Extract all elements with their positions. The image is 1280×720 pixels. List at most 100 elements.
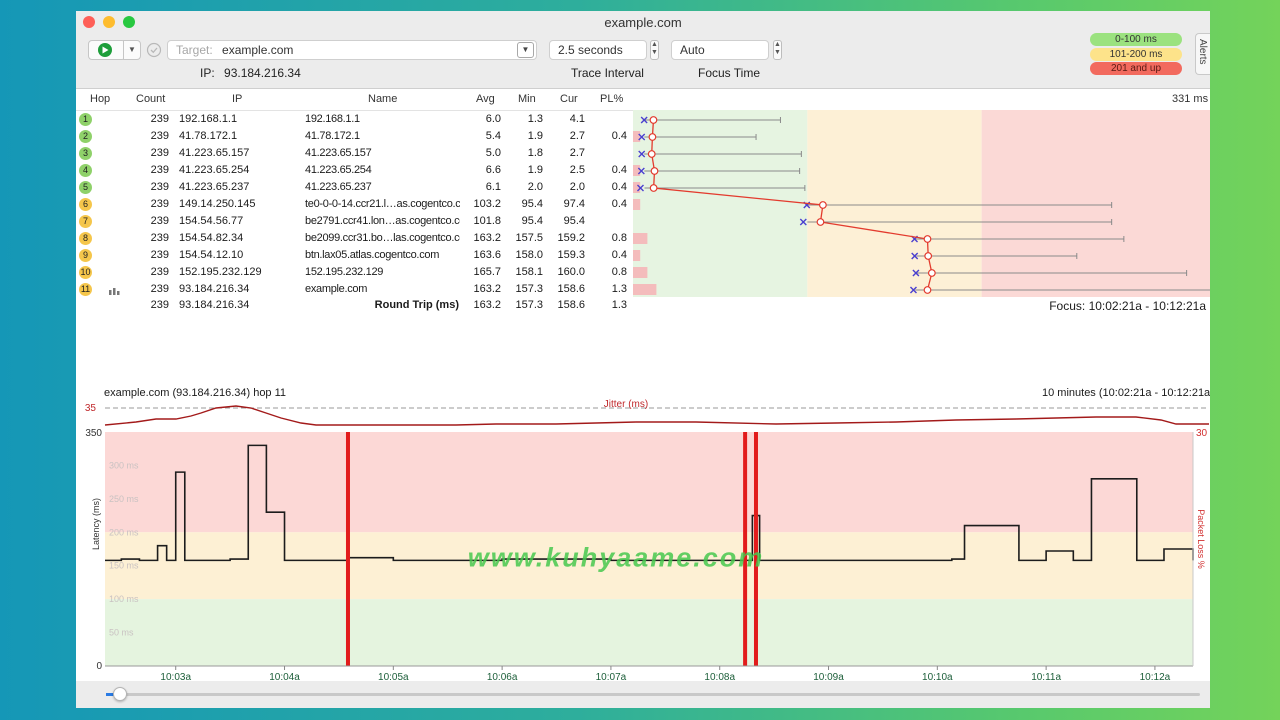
avg-latency-point [818, 201, 827, 209]
hop-badge: 1 [79, 113, 92, 126]
hop-count: 239 [150, 181, 169, 193]
jitter-label: Jitter (ms) [604, 399, 648, 410]
hop-name: be2099.ccr31.bo…las.cogentco.com [305, 232, 460, 244]
focus-time-stepper[interactable]: ▲ ▼ [773, 40, 782, 60]
grid-label: 200 ms [109, 527, 139, 537]
table-row[interactable]: 11 239 93.184.216.34 example.com 163.2 157.3 1… [76, 281, 633, 298]
grid-label: 50 ms [109, 628, 134, 638]
avg-latency-point [816, 218, 825, 226]
hop-count: 239 [150, 198, 169, 210]
avg-latency-point [923, 286, 932, 294]
hop-min: 157.3 [515, 283, 543, 295]
hop-avg: 6.1 [485, 181, 501, 193]
loss-max-label: 30 [1196, 428, 1208, 439]
hop-count: 239 [150, 266, 169, 278]
hop-min: 1.8 [527, 147, 543, 159]
table-row[interactable]: 1 239 192.168.1.1 192.168.1.1 6.0 1.3 4.1 [76, 111, 633, 128]
summary-name: Round Trip (ms) [374, 299, 459, 311]
grid-label: 150 ms [109, 561, 139, 571]
hop-min: 1.9 [527, 130, 543, 142]
avg-latency-point [647, 150, 656, 158]
avg-latency-point [648, 133, 657, 141]
summary-row: 239 93.184.216.34 Round Trip (ms) 163.2 … [76, 297, 1210, 315]
hop-avg: 165.7 [473, 266, 501, 278]
summary-ip: 93.184.216.34 [179, 299, 250, 311]
avg-latency-point [923, 235, 932, 243]
hop-ip: 41.223.65.254 [179, 164, 250, 176]
header-min[interactable]: Min [518, 89, 536, 110]
table-row[interactable]: 8 239 154.54.82.34 be2099.ccr31.bo…las.coge… [76, 230, 633, 247]
trace-options-dropdown[interactable]: ▼ [123, 40, 141, 60]
target-input[interactable]: example.com [222, 43, 293, 57]
focus-time-field[interactable]: Auto [671, 40, 769, 60]
start-trace-button[interactable] [88, 40, 126, 60]
hop-pl: 0.8 [611, 266, 627, 278]
target-history-button[interactable]: ▼ [517, 42, 534, 58]
alerts-tab[interactable]: Alerts [1195, 33, 1210, 75]
table-row[interactable]: 7 239 154.54.56.77 be2791.ccr41.lon…as.coge… [76, 213, 633, 230]
hop-count: 239 [150, 215, 169, 227]
header-ip[interactable]: IP [232, 89, 242, 110]
legend-warn: 101-200 ms [1090, 48, 1182, 61]
grid-label: 300 ms [109, 460, 139, 470]
hop-name: 192.168.1.1 [305, 113, 360, 125]
focus-range-text: Focus: 10:02:21a - 10:12:21a [1049, 299, 1206, 313]
hop-count: 239 [150, 130, 169, 142]
table-row[interactable]: 2 239 41.78.172.1 41.78.172.1 5.4 1.9 2.7 0.4 [76, 128, 633, 145]
table-row[interactable]: 10 239 152.195.232.129 152.195.232.129 165.7… [76, 264, 633, 281]
hop-pl: 0.4 [611, 130, 627, 142]
alerts-label: Alerts [1197, 39, 1208, 65]
scale-label: 331 ms [1172, 93, 1209, 105]
title-bar: example.com [76, 11, 1210, 33]
chevron-down-icon: ▼ [128, 45, 136, 54]
header-hop[interactable]: Hop [90, 89, 110, 110]
scrubber-track[interactable] [108, 693, 1200, 696]
hop-min: 157.5 [515, 232, 543, 244]
time-scrubber[interactable] [76, 681, 1210, 708]
hop-badge: 11 [79, 283, 92, 296]
target-field[interactable]: Target: example.com [167, 40, 537, 60]
jitter-max-label: 35 [85, 403, 97, 414]
hop-badge: 5 [79, 181, 92, 194]
header-pl[interactable]: PL% [600, 89, 623, 110]
hop-cur: 2.5 [569, 164, 585, 176]
checkmark-icon[interactable] [146, 42, 162, 58]
hop-min: 1.3 [527, 113, 543, 125]
trace-interval-field[interactable]: 2.5 seconds [549, 40, 647, 60]
table-row[interactable]: 3 239 41.223.65.157 41.223.65.157 5.0 1.8 2.7 [76, 145, 633, 162]
header-avg[interactable]: Avg [476, 89, 495, 110]
ip-row: IP: 93.184.216.34 [200, 66, 301, 80]
table-row[interactable]: 5 239 41.223.65.237 41.223.65.237 6.1 2.0 2.0 0… [76, 179, 633, 196]
table-row[interactable]: 4 239 41.223.65.254 41.223.65.254 6.6 1.9 2.5 0… [76, 162, 633, 179]
graph-icon[interactable] [109, 285, 121, 295]
hop-pl: 1.3 [611, 283, 627, 295]
zone-warn [807, 110, 982, 297]
table-row[interactable]: 9 239 154.54.12.10 btn.lax05.atlas.cogentco… [76, 247, 633, 264]
legend-bad: 201 and up [1090, 62, 1182, 75]
y-max-label: 350 [85, 428, 102, 439]
hop-badge: 3 [79, 147, 92, 160]
header-name[interactable]: Name [368, 89, 397, 110]
hop-name: example.com [305, 283, 368, 295]
table-row[interactable]: 6 239 149.14.250.145 te0-0-0-14.ccr21.l…as.… [76, 196, 633, 213]
header-cur[interactable]: Cur [560, 89, 578, 110]
hop-ip: 149.14.250.145 [179, 198, 256, 210]
trace-interval-stepper[interactable]: ▲ ▼ [650, 40, 659, 60]
hop-pl: 0.8 [611, 232, 627, 244]
hop-pl: 0.4 [611, 164, 627, 176]
hop-count: 239 [150, 232, 169, 244]
packet-loss-event [345, 432, 350, 666]
target-label: Target: [176, 43, 213, 57]
hop-badge: 8 [79, 232, 92, 245]
hop-ip: 41.223.65.237 [179, 181, 250, 193]
scrubber-thumb[interactable] [113, 687, 127, 701]
hop-count: 239 [150, 113, 169, 125]
hop-pl: 0.4 [611, 249, 627, 261]
grid-label: 100 ms [109, 594, 139, 604]
hop-min: 95.4 [521, 215, 543, 227]
header-count[interactable]: Count [136, 89, 165, 110]
hop-cur: 97.4 [563, 198, 585, 210]
hop-ip: 192.168.1.1 [179, 113, 238, 125]
play-icon [98, 43, 112, 57]
ip-value: 93.184.216.34 [224, 66, 301, 80]
